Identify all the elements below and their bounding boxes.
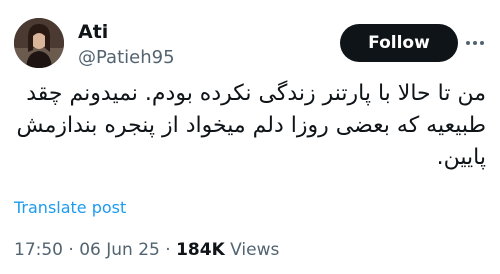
views-label: Views: [230, 240, 280, 260]
more-horizontal-icon: [466, 41, 484, 45]
meta-separator: ·: [165, 240, 171, 260]
avatar-image: [14, 18, 64, 68]
translate-post-link[interactable]: Translate post: [14, 198, 126, 217]
more-options-button[interactable]: [460, 24, 490, 62]
tweet-time[interactable]: 17:50: [14, 240, 63, 260]
tweet-date[interactable]: 06 Jun 25: [79, 240, 160, 260]
meta-separator: ·: [68, 240, 74, 260]
author-names: Ati @Patieh95: [78, 20, 175, 70]
tweet-meta: 17:50 · 06 Jun 25 · 184K Views: [14, 240, 279, 260]
tweet-text: من تا حالا با پارتنر زندگی نکرده بودم. ن…: [16, 81, 486, 170]
tweet-header: Ati @Patieh95 Follow: [14, 14, 486, 70]
display-name[interactable]: Ati: [78, 20, 175, 44]
views-count: 184K: [176, 240, 225, 260]
avatar[interactable]: [14, 18, 64, 68]
handle[interactable]: @Patieh95: [78, 46, 175, 70]
follow-button[interactable]: Follow: [340, 24, 458, 62]
